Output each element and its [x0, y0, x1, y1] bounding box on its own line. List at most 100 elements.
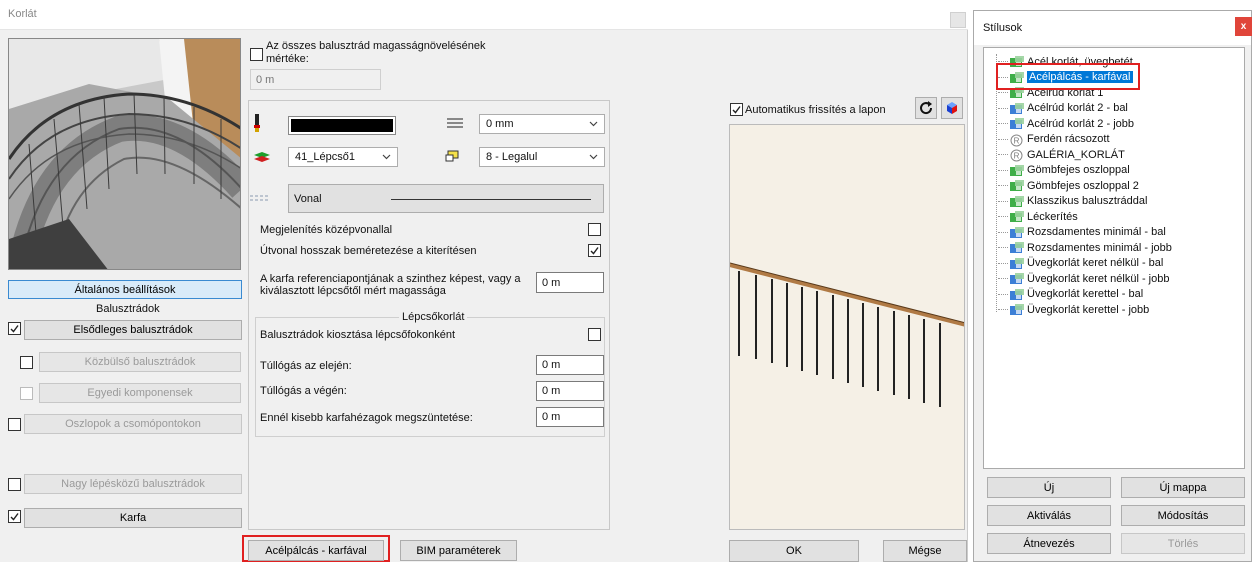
handrail-button[interactable]: Karfa — [24, 508, 242, 528]
pen-color-swatch[interactable] — [288, 116, 396, 135]
tree-connector — [998, 154, 1008, 155]
overhang-end-label: Túllógás a végén: — [260, 385, 347, 397]
svg-text:R: R — [1014, 152, 1020, 161]
general-settings-button[interactable]: Általános beállítások — [8, 280, 242, 299]
gap-remove-label: Ennél kisebb karfahézagok megszüntetése: — [260, 412, 473, 424]
posts-at-nodes-button[interactable]: Oszlopok a csomópontokon — [24, 414, 242, 434]
overhang-end-input[interactable]: 0 m — [536, 381, 604, 401]
layer-select[interactable]: 41_Lépcső1 — [288, 147, 398, 167]
style-tree-item[interactable]: Üvegkorlát keret nélkül - bal — [998, 257, 1163, 270]
auto-refresh-checkbox[interactable] — [730, 103, 743, 116]
style-tree-item[interactable]: Üvegkorlát kerettel - bal — [998, 288, 1143, 301]
railing-style-icon — [1010, 242, 1024, 253]
path-length-checkbox[interactable] — [588, 244, 601, 257]
style-tree-item[interactable]: R GALÉRIA_KORLÁT — [998, 148, 1125, 162]
style-tree-label: Üvegkorlát kerettel - bal — [1027, 288, 1144, 300]
tree-connector — [998, 216, 1008, 217]
styles-close-button[interactable]: x — [1235, 17, 1252, 36]
pen-thickness-select[interactable]: 0 mm — [479, 114, 605, 134]
tree-connector — [998, 247, 1008, 248]
new-folder-button[interactable]: Új mappa — [1121, 477, 1245, 498]
style-tree-item[interactable]: Klasszikus balusztráddal — [998, 195, 1147, 208]
tree-connector — [998, 262, 1008, 264]
style-tree-item[interactable]: Üvegkorlát keret nélkül - jobb — [998, 272, 1169, 285]
new-style-button[interactable]: Új — [987, 477, 1111, 498]
styles-title: Stílusok — [983, 22, 1023, 34]
style-tree-item[interactable]: Gömbfejes oszloppal — [998, 164, 1130, 177]
overhang-start-input[interactable]: 0 m — [536, 355, 604, 375]
style-button[interactable]: Acélpálcás - karfával — [248, 540, 384, 561]
line-thickness-icon — [447, 118, 463, 128]
intermediate-balustrades-button[interactable]: Közbülső balusztrádok — [39, 352, 241, 372]
style-tree-item[interactable]: Üvegkorlát kerettel - jobb — [998, 303, 1149, 316]
height-increase-input[interactable]: 0 m — [250, 69, 381, 90]
tree-connector — [998, 309, 1008, 310]
refresh-icon — [920, 101, 933, 115]
style-tree-label: Rozsdamentes minimál - bal — [1027, 226, 1166, 238]
custom-components-checkbox[interactable] — [20, 387, 33, 400]
custom-components-button[interactable]: Egyedi komponensek — [39, 383, 241, 403]
handrail-checkbox[interactable] — [8, 510, 21, 523]
style-tree-label: Rozsdamentes minimál - jobb — [1027, 241, 1172, 254]
activate-button[interactable]: Aktiválás — [987, 505, 1111, 526]
style-tree-item[interactable]: R Ferdén rácsozott — [998, 133, 1110, 146]
delete-button[interactable]: Törlés — [1121, 533, 1245, 554]
refresh-button[interactable] — [915, 97, 937, 119]
style-tree-item[interactable]: Gömbfejes oszloppal 2 — [998, 179, 1139, 192]
modify-button[interactable]: Módosítás — [1121, 505, 1245, 526]
cancel-button[interactable]: Mégse — [883, 540, 967, 562]
large-step-button[interactable]: Nagy lépésközű balusztrádok — [24, 474, 242, 494]
railing-style-icon — [1010, 304, 1024, 315]
stair-rail-group-title: Lépcsőkorlát — [399, 311, 468, 323]
styles-tree[interactable]: Acél korlát, üvegbetét Acélpálcás - karfá… — [983, 47, 1245, 469]
pen-icon — [252, 114, 262, 132]
style-tree-item[interactable]: Rozsdamentes minimál - jobb — [998, 241, 1172, 254]
posts-at-nodes-checkbox[interactable] — [8, 418, 21, 431]
registered-style-icon: R — [1010, 134, 1024, 146]
rename-button[interactable]: Átnevezés — [987, 533, 1111, 554]
tree-connector — [998, 231, 1008, 233]
primary-balustrades-button[interactable]: Elsődleges balusztrádok — [24, 320, 242, 340]
style-tree-label: Acélrúd korlát 2 - bal — [1027, 102, 1128, 114]
tree-connector — [998, 293, 1008, 295]
large-step-checkbox[interactable] — [8, 478, 21, 491]
chevron-down-icon — [589, 121, 598, 127]
primary-balustrades-checkbox[interactable] — [8, 322, 21, 335]
chevron-down-icon — [382, 154, 391, 160]
dialog-close-button[interactable] — [950, 12, 966, 28]
style-tree-item[interactable]: Acélrúd korlát 2 - jobb — [998, 117, 1134, 130]
handrail-ref-label-1: A karfa referenciapontjának a szinthez k… — [260, 273, 521, 285]
style-tree-label: GALÉRIA_KORLÁT — [1027, 148, 1125, 161]
display-order-select[interactable]: 8 - Legalul — [479, 147, 605, 167]
style-tree-label: Üvegkorlát keret nélkül - jobb — [1027, 272, 1170, 285]
centerline-label: Megjelenítés középvonallal — [260, 224, 393, 236]
gap-remove-input[interactable]: 0 m — [536, 407, 604, 427]
centerline-checkbox[interactable] — [588, 223, 601, 236]
linetype-selector[interactable]: Vonal — [288, 184, 604, 213]
display-order-value: 8 - Legalul — [486, 151, 538, 163]
svg-text:R: R — [1014, 136, 1020, 145]
3d-view-button[interactable] — [941, 97, 963, 119]
handrail-ref-input[interactable]: 0 m — [536, 272, 604, 293]
style-tree-item[interactable]: Léckerítés — [998, 210, 1078, 223]
style-tree-label: Léckerítés — [1027, 210, 1078, 223]
tree-connector — [998, 169, 1008, 171]
ok-button[interactable]: OK — [729, 540, 859, 562]
height-increase-label: Az összes balusztrád magasságnövelésének… — [266, 40, 486, 65]
height-increase-checkbox[interactable] — [250, 48, 263, 61]
style-tree-item[interactable]: Rozsdamentes minimál - bal — [998, 226, 1166, 239]
distribute-checkbox[interactable] — [588, 328, 601, 341]
railing-style-icon — [1010, 102, 1024, 114]
style-tree-item[interactable]: Acélrúd korlát 2 - bal — [998, 102, 1128, 115]
tree-connector — [998, 123, 1008, 124]
linetype-icon — [250, 194, 270, 204]
layer-value: 41_Lépcső1 — [295, 151, 355, 163]
tree-connector — [998, 61, 1008, 62]
bim-parameters-button[interactable]: BIM paraméterek — [400, 540, 517, 561]
display-order-icon — [445, 150, 461, 164]
intermediate-balustrades-checkbox[interactable] — [20, 356, 33, 369]
style-tree-label: Gömbfejes oszloppal 2 — [1027, 179, 1139, 192]
style-tree-label: Acélrúd korlát 2 - jobb — [1027, 117, 1134, 130]
railing-style-icon — [1010, 226, 1024, 238]
railing-style-icon — [1010, 211, 1024, 222]
